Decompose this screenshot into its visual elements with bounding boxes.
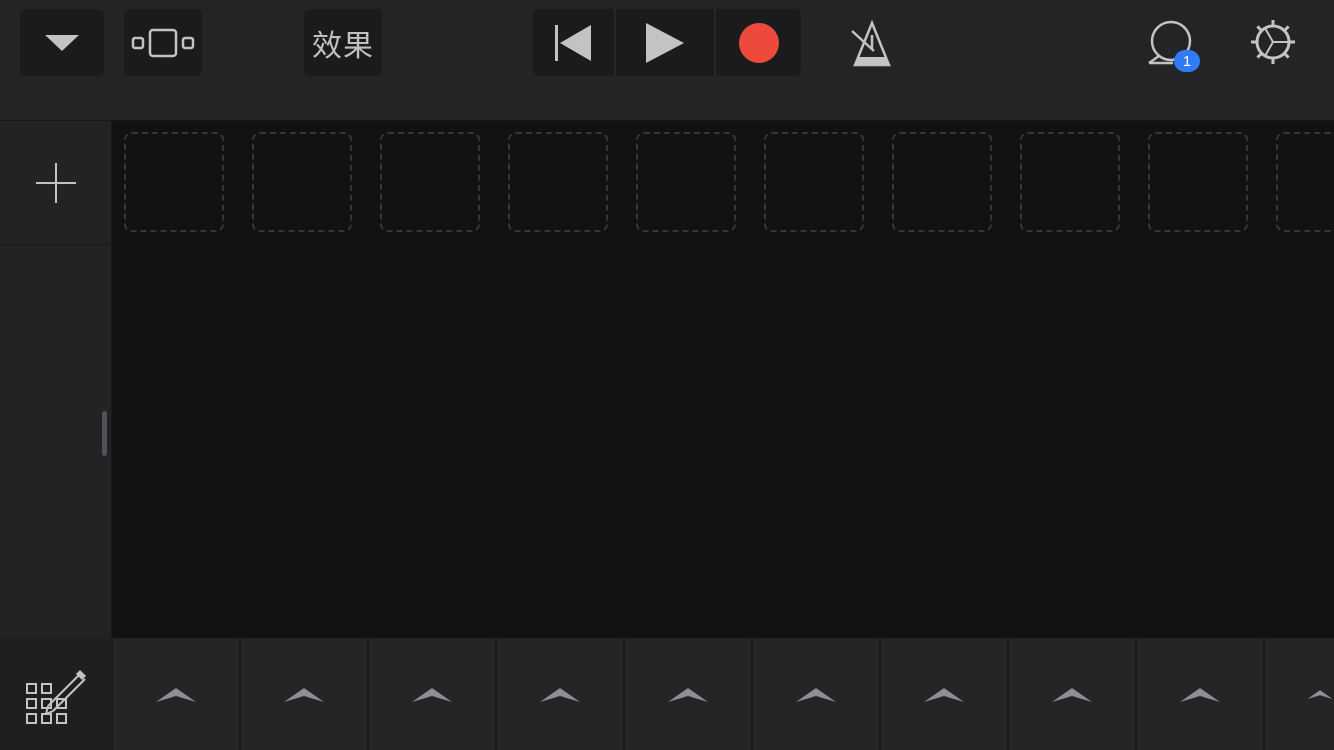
effects-label: 效果 <box>312 28 374 64</box>
empty-cell[interactable] <box>892 132 992 232</box>
column-trigger-bar <box>0 638 1334 750</box>
chevron-down-icon <box>45 34 79 51</box>
column-trigger-button[interactable] <box>753 638 879 750</box>
empty-cell[interactable] <box>380 132 480 232</box>
add-track-button[interactable] <box>0 121 111 245</box>
empty-cell[interactable] <box>1148 132 1248 232</box>
chevron-up-icon <box>156 688 196 702</box>
rewind-icon <box>555 24 592 61</box>
go-to-beginning-button[interactable] <box>533 9 614 76</box>
track-header-column <box>0 121 112 638</box>
record-button[interactable] <box>714 9 801 76</box>
column-trigger-button[interactable] <box>1009 638 1135 750</box>
chevron-up-icon <box>1180 688 1220 702</box>
column-trigger-button[interactable] <box>1137 638 1263 750</box>
chevron-up-icon <box>412 688 452 702</box>
column-trigger-button[interactable] <box>241 638 367 750</box>
settings-icon <box>1251 20 1295 64</box>
empty-cell[interactable] <box>764 132 864 232</box>
chevron-up-icon <box>284 688 324 702</box>
chevron-up-icon <box>924 688 964 702</box>
column-trigger-button[interactable] <box>881 638 1007 750</box>
empty-cell[interactable] <box>1276 132 1334 232</box>
empty-cell[interactable] <box>508 132 608 232</box>
chevron-up-icon <box>1052 688 1092 702</box>
empty-cell[interactable] <box>124 132 224 232</box>
chevron-up-icon <box>540 688 580 702</box>
live-loops-grid <box>112 121 1334 638</box>
settings-button[interactable] <box>1247 16 1299 68</box>
empty-cell[interactable] <box>636 132 736 232</box>
chevron-up-icon <box>796 688 836 702</box>
record-icon <box>738 22 779 63</box>
chevron-up-icon <box>1307 690 1333 700</box>
track-resize-handle[interactable] <box>102 411 107 456</box>
metronome-icon <box>851 19 891 67</box>
top-toolbar: 效果 1 <box>0 0 1334 121</box>
chevron-up-icon <box>668 688 708 702</box>
plus-icon <box>35 162 76 203</box>
metronome-button[interactable] <box>848 18 896 68</box>
effects-button[interactable]: 效果 <box>304 9 382 76</box>
grid-edit-icon <box>26 670 86 724</box>
notification-badge: 1 <box>1174 50 1200 72</box>
column-trigger-button[interactable] <box>369 638 495 750</box>
play-button[interactable] <box>613 9 715 76</box>
view-toggle-button[interactable] <box>124 9 202 76</box>
column-trigger-button[interactable] <box>625 638 751 750</box>
edit-grid-button[interactable] <box>0 638 112 750</box>
transport-controls <box>533 9 801 76</box>
column-trigger-button[interactable] <box>497 638 623 750</box>
empty-cell[interactable] <box>252 132 352 232</box>
column-trigger-button[interactable] <box>1265 638 1334 750</box>
column-trigger-button[interactable] <box>113 638 239 750</box>
play-icon <box>646 22 685 63</box>
empty-cell[interactable] <box>1020 132 1120 232</box>
view-toggle-icon <box>131 28 195 57</box>
my-songs-dropdown-button[interactable] <box>20 9 104 76</box>
